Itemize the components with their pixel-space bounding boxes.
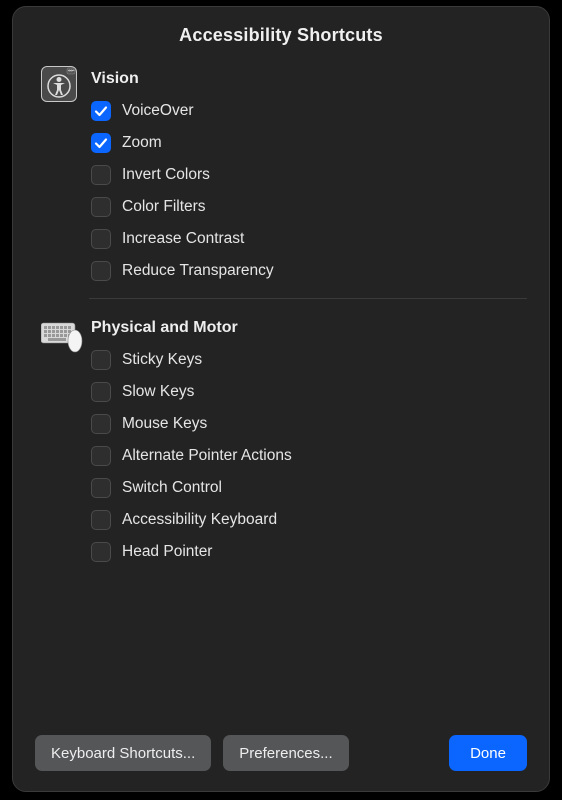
- label-head-pointer: Head Pointer: [122, 543, 212, 561]
- section-physical-motor: Physical and Motor Sticky Keys Slow Keys…: [35, 315, 527, 565]
- label-mouse-keys: Mouse Keys: [122, 415, 207, 433]
- option-zoom[interactable]: Zoom: [91, 130, 527, 156]
- label-invert-colors: Invert Colors: [122, 166, 210, 184]
- checkbox-accessibility-keyboard[interactable]: [91, 510, 111, 530]
- vision-options-list: VoiceOver Zoom Invert Colors Color Filte…: [91, 98, 527, 284]
- label-color-filters: Color Filters: [122, 198, 206, 216]
- preferences-button[interactable]: Preferences...: [223, 735, 348, 771]
- option-mouse-keys[interactable]: Mouse Keys: [91, 411, 527, 437]
- checkbox-increase-contrast[interactable]: [91, 229, 111, 249]
- option-sticky-keys[interactable]: Sticky Keys: [91, 347, 527, 373]
- option-reduce-transparency[interactable]: Reduce Transparency: [91, 258, 527, 284]
- section-divider: [89, 298, 527, 299]
- keyboard-shortcuts-button[interactable]: Keyboard Shortcuts...: [35, 735, 211, 771]
- label-switch-control: Switch Control: [122, 479, 222, 497]
- section-vision-title: Vision: [91, 70, 527, 88]
- label-zoom: Zoom: [122, 134, 162, 152]
- checkbox-switch-control[interactable]: [91, 478, 111, 498]
- accessibility-shortcuts-panel: Accessibility Shortcuts Vision Voi: [12, 6, 550, 792]
- option-switch-control[interactable]: Switch Control: [91, 475, 527, 501]
- section-physical-motor-title: Physical and Motor: [91, 319, 527, 337]
- option-head-pointer[interactable]: Head Pointer: [91, 539, 527, 565]
- option-invert-colors[interactable]: Invert Colors: [91, 162, 527, 188]
- checkbox-slow-keys[interactable]: [91, 382, 111, 402]
- label-slow-keys: Slow Keys: [122, 383, 194, 401]
- option-color-filters[interactable]: Color Filters: [91, 194, 527, 220]
- checkbox-color-filters[interactable]: [91, 197, 111, 217]
- label-alternate-pointer-actions: Alternate Pointer Actions: [122, 447, 292, 465]
- keyboard-mouse-icon: [41, 317, 83, 353]
- label-sticky-keys: Sticky Keys: [122, 351, 202, 369]
- checkbox-voiceover[interactable]: [91, 101, 111, 121]
- accessibility-icon: [41, 66, 77, 102]
- section-vision-body: Vision VoiceOver Zoom Invert Colors: [91, 66, 527, 284]
- option-slow-keys[interactable]: Slow Keys: [91, 379, 527, 405]
- flex-spacer: [35, 565, 527, 723]
- done-button[interactable]: Done: [449, 735, 527, 771]
- section-vision: Vision VoiceOver Zoom Invert Colors: [35, 66, 527, 284]
- section-physical-motor-body: Physical and Motor Sticky Keys Slow Keys…: [91, 315, 527, 565]
- label-reduce-transparency: Reduce Transparency: [122, 262, 274, 280]
- label-increase-contrast: Increase Contrast: [122, 230, 244, 248]
- checkbox-sticky-keys[interactable]: [91, 350, 111, 370]
- option-voiceover[interactable]: VoiceOver: [91, 98, 527, 124]
- button-row: Keyboard Shortcuts... Preferences... Don…: [35, 735, 527, 771]
- checkbox-head-pointer[interactable]: [91, 542, 111, 562]
- checkbox-zoom[interactable]: [91, 133, 111, 153]
- option-accessibility-keyboard[interactable]: Accessibility Keyboard: [91, 507, 527, 533]
- checkbox-reduce-transparency[interactable]: [91, 261, 111, 281]
- checkbox-mouse-keys[interactable]: [91, 414, 111, 434]
- panel-title: Accessibility Shortcuts: [35, 25, 527, 46]
- option-increase-contrast[interactable]: Increase Contrast: [91, 226, 527, 252]
- checkbox-alternate-pointer-actions[interactable]: [91, 446, 111, 466]
- option-alternate-pointer-actions[interactable]: Alternate Pointer Actions: [91, 443, 527, 469]
- checkbox-invert-colors[interactable]: [91, 165, 111, 185]
- label-accessibility-keyboard: Accessibility Keyboard: [122, 511, 277, 529]
- physical-motor-options-list: Sticky Keys Slow Keys Mouse Keys Alterna…: [91, 347, 527, 565]
- label-voiceover: VoiceOver: [122, 102, 194, 120]
